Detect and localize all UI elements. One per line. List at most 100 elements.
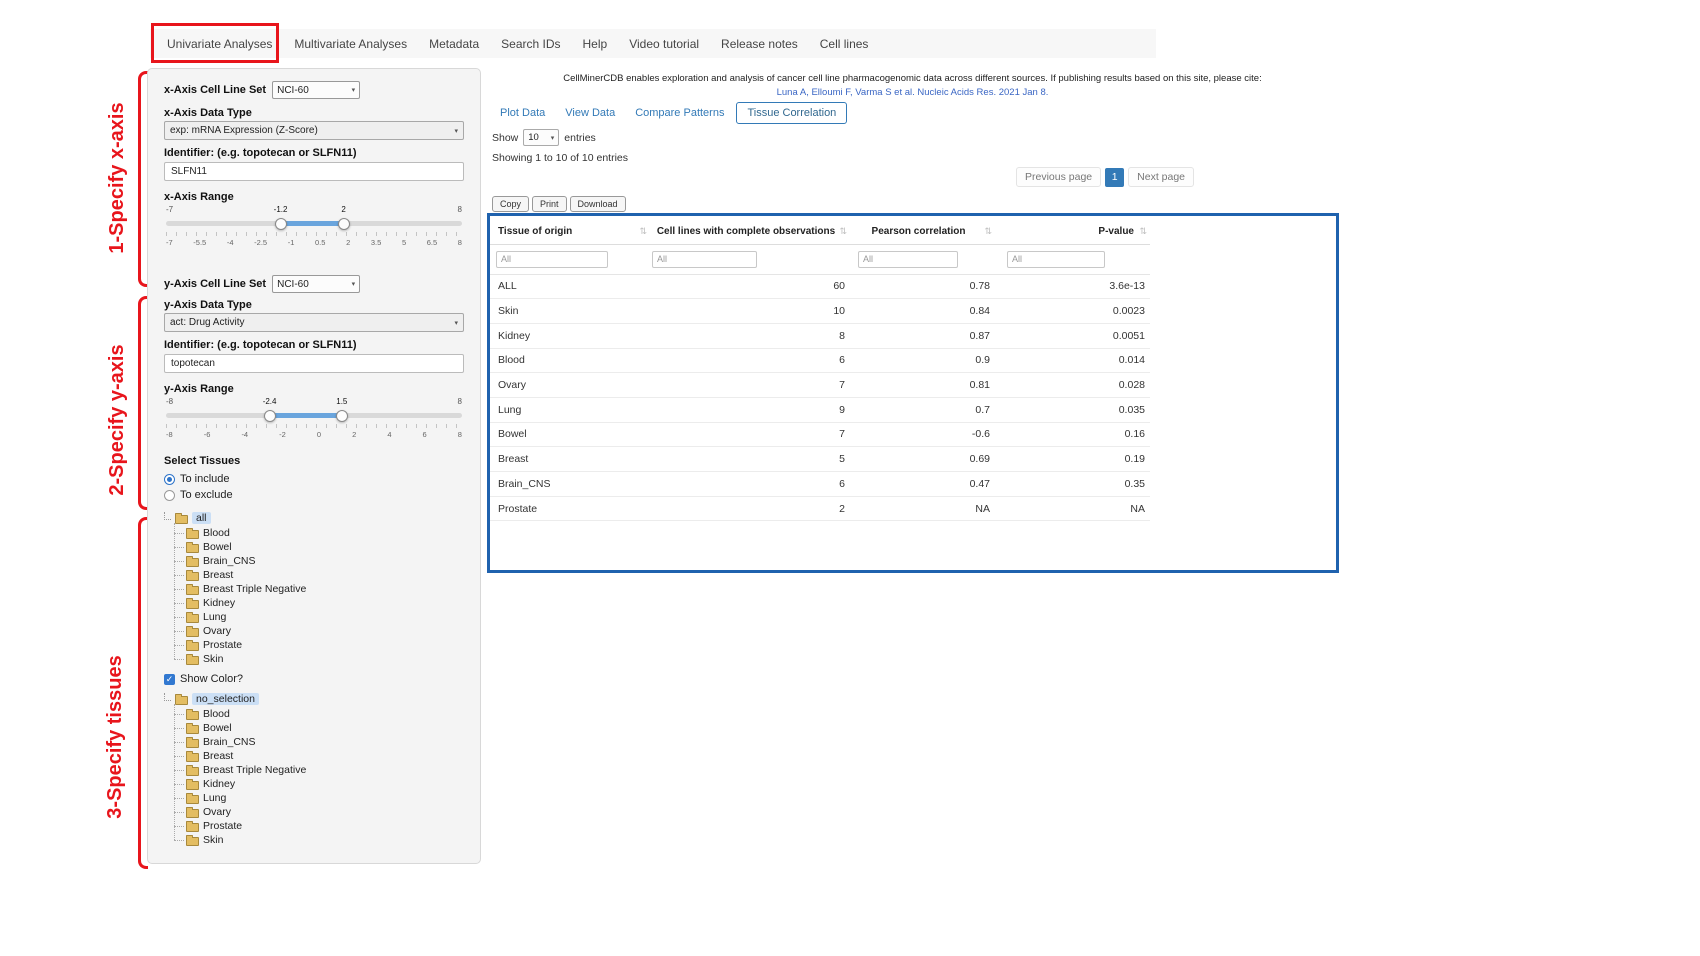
folder-icon [186, 753, 199, 762]
table-row[interactable]: Brain_CNS 6 0.47 0.35 [490, 472, 1150, 497]
tissue-label: Ovary [203, 625, 231, 637]
cellminercdb-page: Univariate Analyses Multivariate Analyse… [0, 0, 1700, 956]
x-axis-cell-line-set-value: NCI-60 [277, 85, 309, 96]
page-length-select[interactable]: 10 ▾ [523, 129, 559, 146]
sort-icon[interactable]: ⇅ [839, 226, 847, 237]
tissues-exclude-option[interactable]: To exclude [164, 487, 464, 503]
slider-selected-range[interactable] [270, 413, 342, 418]
cell-n: 7 [650, 379, 850, 391]
x-axis-data-type-select[interactable]: exp: mRNA Expression (Z-Score) ▾ [164, 121, 464, 140]
slider-selected-range[interactable] [281, 221, 344, 226]
nav-item[interactable]: Cell lines [809, 37, 880, 51]
tissue-tree-item[interactable]: Lung [186, 610, 464, 624]
slider-tick-label: 8 [458, 238, 462, 247]
table-row[interactable]: Kidney 8 0.87 0.0051 [490, 324, 1150, 349]
table-row[interactable]: Lung 9 0.7 0.035 [490, 398, 1150, 423]
next-page-button[interactable]: Next page [1128, 167, 1194, 187]
tissue-tree-item[interactable]: Blood [186, 526, 464, 540]
filter-input-tissue[interactable] [496, 251, 608, 268]
tissue-tree-item[interactable]: Breast Triple Negative [186, 582, 464, 596]
tissue-tree-item[interactable]: Bowel [186, 721, 464, 735]
tissue-tree-item[interactable]: Brain_CNS [186, 554, 464, 568]
export-button[interactable]: Download [570, 196, 626, 212]
slider-track[interactable] [166, 410, 462, 422]
tissue-tree-item[interactable]: Skin [186, 833, 464, 847]
column-header-pvalue[interactable]: P-value ⇅ [995, 219, 1150, 244]
filter-input-pvalue[interactable] [1007, 251, 1105, 268]
checkbox-checked-icon[interactable]: ✓ [164, 674, 175, 685]
nav-item[interactable]: Release notes [710, 37, 809, 51]
table-row[interactable]: Blood 6 0.9 0.014 [490, 349, 1150, 374]
export-button[interactable]: Copy [492, 196, 529, 212]
table-row[interactable]: Bowel 7 -0.6 0.16 [490, 423, 1150, 448]
nav-item[interactable]: Multivariate Analyses [283, 37, 418, 51]
tissue-tree-item[interactable]: Breast Triple Negative [186, 763, 464, 777]
sort-icon[interactable]: ⇅ [639, 226, 647, 237]
filter-input-cell-lines[interactable] [652, 251, 757, 268]
y-axis-cell-line-set-select[interactable]: NCI-60 ▾ [272, 275, 360, 293]
nav-item[interactable]: Video tutorial [618, 37, 710, 51]
tissue-tree-item[interactable]: Ovary [186, 805, 464, 819]
nav-item[interactable]: Help [572, 37, 619, 51]
sort-icon[interactable]: ⇅ [984, 226, 992, 237]
column-header-cell-lines[interactable]: Cell lines with complete observations ⇅ [650, 219, 850, 244]
tree-root-all[interactable]: all [164, 511, 464, 525]
tissues-include-option[interactable]: To include [164, 471, 464, 487]
tissue-label: Breast [203, 750, 233, 762]
export-button[interactable]: Print [532, 196, 567, 212]
tree-root-no-selection[interactable]: no_selection [164, 692, 464, 706]
tissue-label: Breast Triple Negative [203, 583, 306, 595]
column-header-label: P-value [1098, 226, 1134, 237]
tissue-tree-item[interactable]: Prostate [186, 819, 464, 833]
tab-tissue-correlation[interactable]: Tissue Correlation [736, 102, 847, 124]
tissue-tree-item[interactable]: Lung [186, 791, 464, 805]
tree-root-label: all [192, 512, 211, 524]
nav-item[interactable]: Metadata [418, 37, 490, 51]
cell-n: 6 [650, 478, 850, 490]
tab-compare-patterns[interactable]: Compare Patterns [627, 103, 732, 123]
tissue-tree-item[interactable]: Blood [186, 707, 464, 721]
table-row[interactable]: Prostate 2 NA NA [490, 497, 1150, 522]
y-axis-identifier-input[interactable] [164, 354, 464, 373]
current-page-button[interactable]: 1 [1105, 168, 1124, 187]
slider-handle-high[interactable] [336, 410, 348, 422]
table-row[interactable]: Skin 10 0.84 0.0023 [490, 299, 1150, 324]
tissue-tree-item[interactable]: Bowel [186, 540, 464, 554]
slider-handle-high[interactable] [338, 218, 350, 230]
nav-item[interactable]: Univariate Analyses [156, 37, 283, 51]
column-header-tissue[interactable]: Tissue of origin ⇅ [490, 219, 650, 244]
nav-item[interactable]: Search IDs [490, 37, 571, 51]
tab-view-data[interactable]: View Data [557, 103, 623, 123]
tissue-tree-item[interactable]: Breast [186, 568, 464, 582]
table-row[interactable]: Ovary 7 0.81 0.028 [490, 373, 1150, 398]
slider-handle-low[interactable] [275, 218, 287, 230]
tissue-tree-item[interactable]: Ovary [186, 624, 464, 638]
slider-handle-low[interactable] [264, 410, 276, 422]
folder-icon [186, 725, 199, 734]
tissue-tree-item[interactable]: Brain_CNS [186, 735, 464, 749]
table-row[interactable]: ALL 60 0.78 3.6e-13 [490, 275, 1150, 300]
tab-plot-data[interactable]: Plot Data [492, 103, 553, 123]
y-axis-data-type-select[interactable]: act: Drug Activity ▾ [164, 313, 464, 332]
citation-link[interactable]: Luna A, Elloumi F, Varma S et al. Nuclei… [490, 87, 1335, 98]
slider-track[interactable] [166, 218, 462, 230]
tissue-tree-item[interactable]: Kidney [186, 596, 464, 610]
x-axis-cell-line-set-select[interactable]: NCI-60 ▾ [272, 81, 360, 99]
tissue-tree-item[interactable]: Kidney [186, 777, 464, 791]
sort-icon[interactable]: ⇅ [1139, 226, 1147, 237]
previous-page-button[interactable]: Previous page [1016, 167, 1101, 187]
slider-from-value: -1.2 [274, 205, 288, 214]
tissue-label: Lung [203, 792, 226, 804]
tissue-tree-item[interactable]: Skin [186, 652, 464, 666]
show-color-control[interactable]: ✓ Show Color? [164, 672, 464, 686]
tissue-tree-item[interactable]: Breast [186, 749, 464, 763]
tissue-tree-item[interactable]: Prostate [186, 638, 464, 652]
folder-icon [186, 795, 199, 804]
radio-selected-icon[interactable] [164, 474, 175, 485]
filter-input-pearson[interactable] [858, 251, 958, 268]
column-header-pearson[interactable]: Pearson correlation ⇅ [850, 219, 995, 244]
table-row[interactable]: Breast 5 0.69 0.19 [490, 447, 1150, 472]
x-axis-identifier-input[interactable] [164, 162, 464, 181]
cell-pearson: 0.84 [850, 305, 995, 317]
radio-unselected-icon[interactable] [164, 490, 175, 501]
